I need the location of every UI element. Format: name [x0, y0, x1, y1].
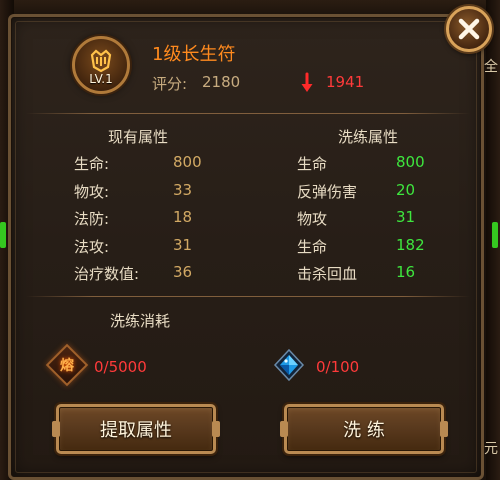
talisman-icon[interactable]: LV.1	[72, 36, 130, 94]
background-char-bottom: 元	[484, 441, 498, 457]
extract-attributes-button[interactable]: 提取属性	[52, 404, 220, 454]
background-green-marker-left	[0, 222, 6, 248]
cost-title: 洗练消耗	[110, 312, 171, 330]
background-green-marker-right	[492, 222, 498, 248]
item-title: 1级长生符	[152, 44, 236, 65]
refined-stat-name: 反弹伤害	[297, 183, 358, 201]
score-value: 2180	[202, 73, 241, 91]
extract-attributes-label: 提取属性	[100, 420, 172, 441]
refine-button[interactable]: 洗 练	[280, 404, 448, 454]
current-stat-value: 18	[173, 208, 193, 226]
refined-stat-name: 物攻	[297, 210, 328, 228]
refined-stat-name: 击杀回血	[297, 265, 358, 283]
current-stat-name: 生命:	[74, 155, 110, 173]
current-stat-value: 36	[173, 263, 193, 281]
current-stat-name: 治疗数值:	[74, 265, 140, 283]
gem-amount: 0/100	[316, 358, 360, 376]
current-stat-name: 法防:	[74, 210, 110, 228]
refined-attributes-header: 洗练属性	[338, 128, 399, 146]
refined-stat-value: 31	[396, 208, 416, 226]
close-button[interactable]	[446, 6, 492, 52]
current-stat-value: 31	[173, 236, 193, 254]
current-stat-name: 物攻:	[74, 183, 110, 201]
current-stat-name: 法攻:	[74, 238, 110, 256]
current-attributes-header: 现有属性	[108, 128, 169, 146]
current-stat-value: 33	[173, 181, 193, 199]
refined-stat-value: 16	[396, 263, 416, 281]
refined-stat-name: 生命	[297, 238, 328, 256]
refined-stat-value: 800	[396, 153, 425, 171]
score-delta: 1941	[326, 73, 365, 91]
crown-shield-icon	[90, 49, 112, 73]
score-label: 评分:	[152, 75, 188, 93]
fire-material-char: 熔	[60, 358, 74, 374]
divider-top	[26, 113, 470, 114]
refine-label: 洗 练	[343, 420, 385, 441]
gem-icon	[273, 348, 305, 382]
fire-material-amount: 0/5000	[94, 358, 147, 376]
close-icon	[458, 18, 480, 40]
current-stat-value: 800	[173, 153, 202, 171]
divider-middle	[26, 296, 470, 297]
down-arrow-icon	[301, 72, 313, 92]
refined-stat-value: 20	[396, 181, 416, 199]
level-label: LV.1	[89, 72, 113, 86]
background-char-top: 全	[484, 59, 498, 75]
refined-stat-value: 182	[396, 236, 425, 254]
refined-stat-name: 生命	[297, 155, 328, 173]
